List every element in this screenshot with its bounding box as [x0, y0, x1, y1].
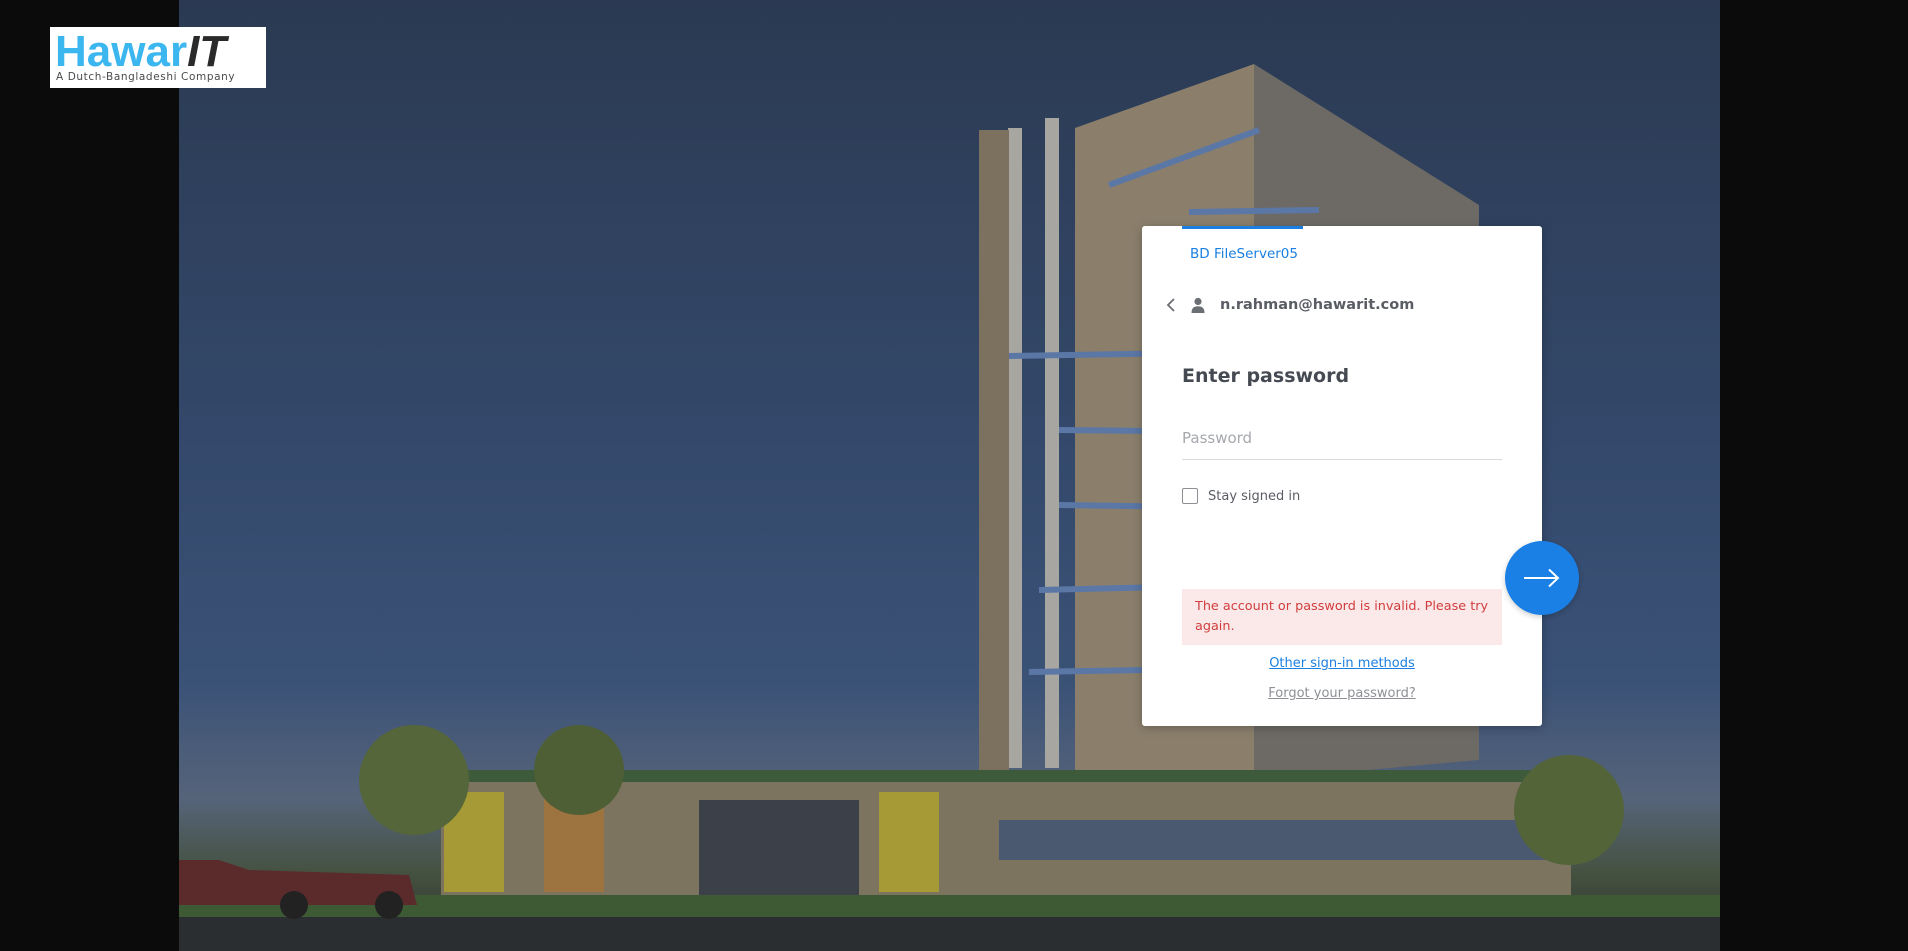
account-row: n.rahman@hawarit.com — [1160, 293, 1414, 317]
next-button[interactable] — [1505, 541, 1579, 615]
server-name: BD FileServer05 — [1190, 246, 1298, 262]
logo-wordmark: HawarIT — [55, 27, 226, 77]
logo-tagline: A Dutch-Bangladeshi Company — [56, 71, 236, 83]
sign-in-page: HawarIT A Dutch-Bangladeshi Company BD F… — [0, 0, 1908, 951]
account-email: n.rahman@hawarit.com — [1220, 297, 1415, 313]
progress-indicator — [1182, 226, 1303, 229]
stay-signed-in-checkbox[interactable] — [1182, 488, 1198, 504]
logo-word-primary: Hawar — [55, 27, 188, 76]
page-title: Enter password — [1182, 365, 1350, 387]
stay-signed-in-row[interactable]: Stay signed in — [1182, 488, 1300, 504]
arrow-right-icon — [1524, 568, 1560, 588]
user-icon — [1186, 293, 1210, 317]
other-sign-in-methods-link[interactable]: Other sign-in methods — [1182, 656, 1502, 671]
forgot-password-link[interactable]: Forgot your password? — [1182, 686, 1502, 701]
chevron-left-icon — [1166, 298, 1175, 312]
logo-word-accent: IT — [187, 27, 227, 76]
company-logo: HawarIT A Dutch-Bangladeshi Company — [50, 27, 266, 88]
password-input[interactable] — [1182, 416, 1502, 460]
error-message: The account or password is invalid. Plea… — [1182, 589, 1502, 645]
stay-signed-in-label[interactable]: Stay signed in — [1208, 489, 1300, 504]
sign-in-card: BD FileServer05 n.rahman@hawarit.com Ent… — [1142, 226, 1579, 726]
back-button[interactable] — [1160, 293, 1182, 317]
